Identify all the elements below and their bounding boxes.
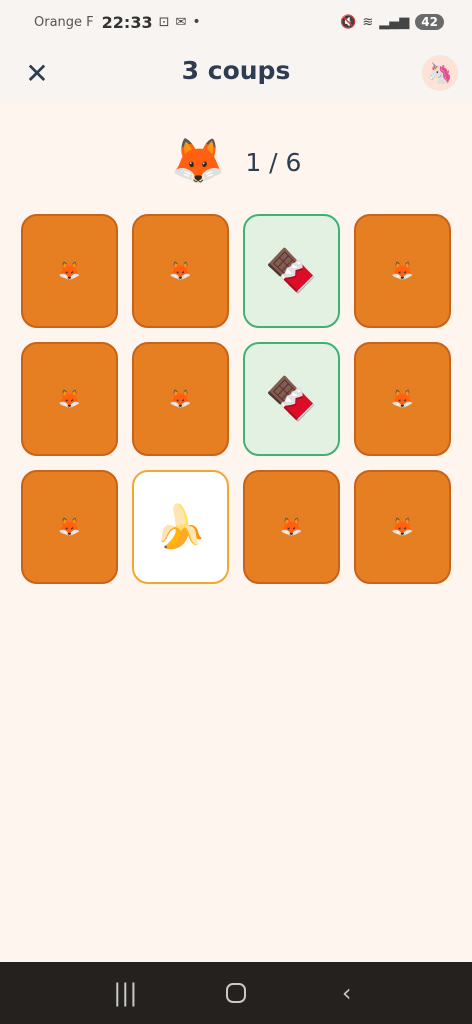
back-button[interactable]: ‹ [327, 979, 367, 1007]
memory-card-hidden[interactable]: 🦊 [354, 342, 451, 456]
progress-row: 🦊 1 / 6 [0, 132, 472, 192]
status-bar: Orange F 22:33 ⊡ ✉ • 🔇 ≋ ▂▄▆ 42 [0, 0, 472, 44]
memory-card-matched[interactable]: 🍫 [243, 342, 340, 456]
progress-counter: 1 / 6 [245, 147, 302, 177]
memory-card-matched[interactable]: 🍫 [243, 214, 340, 328]
memory-card-hidden[interactable]: 🦊 [21, 342, 118, 456]
card-emoji-icon: 🦊 [391, 260, 414, 282]
card-grid: 🦊 🦊 🍫 🦊 🦊 🦊 🍫 🦊 🦊 🍌 🦊 🦊 [21, 214, 451, 584]
card-emoji-icon: 🦊 [58, 260, 81, 282]
card-emoji-icon: 🍫 [265, 246, 318, 295]
system-nav-bar: ||| ‹ [0, 962, 472, 1024]
screenshot-icon: ⊡ [158, 14, 170, 30]
signal-icon: ▂▄▆ [379, 14, 410, 30]
home-icon [225, 983, 246, 1003]
clock: 22:33 [101, 12, 153, 32]
card-emoji-icon: 🦊 [58, 388, 81, 410]
memory-card-hidden[interactable]: 🦊 [243, 470, 340, 584]
memory-card-hidden[interactable]: 🦊 [132, 342, 229, 456]
card-emoji-icon: 🦊 [169, 260, 192, 282]
notification-dot-icon: • [192, 14, 201, 30]
mascot-icon: 🦊 [170, 136, 226, 187]
memory-card-hidden[interactable]: 🦊 [132, 214, 229, 328]
memory-card-selected[interactable]: 🍌 [132, 470, 229, 584]
recent-apps-button[interactable]: ||| [105, 979, 145, 1007]
memory-card-hidden[interactable]: 🦊 [21, 470, 118, 584]
card-emoji-icon: 🦊 [280, 516, 303, 538]
screen: Orange F 22:33 ⊡ ✉ • 🔇 ≋ ▂▄▆ 42 ✕ 3 coup… [0, 0, 472, 1024]
card-emoji-icon: 🦊 [391, 388, 414, 410]
mute-icon: 🔇 [340, 14, 357, 30]
card-emoji-icon: 🦊 [58, 516, 81, 538]
mail-icon: ✉ [175, 14, 187, 30]
home-button[interactable] [216, 983, 256, 1003]
carrier-label: Orange F [34, 14, 94, 30]
memory-card-hidden[interactable]: 🦊 [354, 214, 451, 328]
avatar[interactable]: 🦄 [422, 55, 458, 91]
status-left: Orange F 22:33 ⊡ ✉ • [34, 13, 201, 32]
page-title: 3 coups [181, 56, 291, 85]
app-bar: ✕ 3 coups 🦄 [0, 44, 472, 104]
memory-card-hidden[interactable]: 🦊 [354, 470, 451, 584]
card-emoji-icon: 🦊 [391, 516, 414, 538]
status-right: 🔇 ≋ ▂▄▆ 42 [340, 14, 444, 30]
memory-card-hidden[interactable]: 🦊 [21, 214, 118, 328]
card-emoji-icon: 🍫 [265, 374, 318, 423]
card-emoji-icon: 🍌 [154, 502, 207, 551]
battery-badge: 42 [415, 14, 444, 30]
card-emoji-icon: 🦊 [169, 388, 192, 410]
wifi-icon: ≋ [362, 14, 374, 30]
